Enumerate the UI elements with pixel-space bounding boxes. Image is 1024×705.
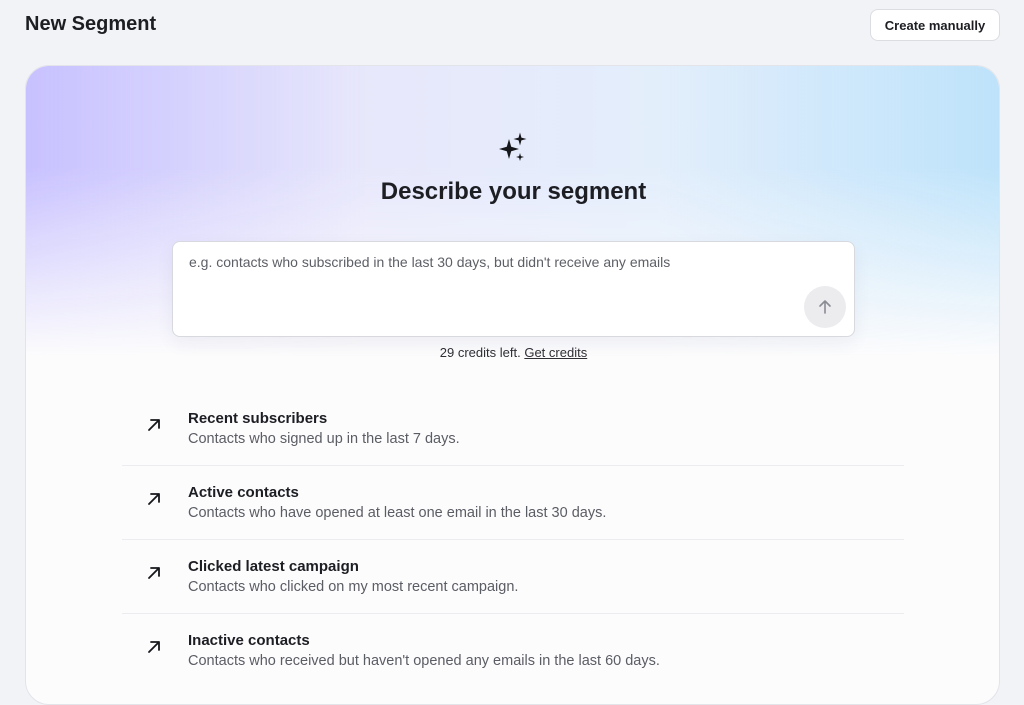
suggestion-inactive-contacts[interactable]: Inactive contacts Contacts who received … [122, 614, 904, 688]
suggestion-list: Recent subscribers Contacts who signed u… [122, 392, 904, 688]
arrow-up-icon [819, 300, 831, 314]
suggestion-recent-subscribers[interactable]: Recent subscribers Contacts who signed u… [122, 392, 904, 466]
suggestion-description: Contacts who have opened at least one em… [188, 505, 607, 521]
suggestion-description: Contacts who clicked on my most recent c… [188, 579, 519, 595]
credits-info: 29 credits left. Get credits [26, 345, 999, 360]
hero-heading: Describe your segment [380, 178, 647, 205]
suggestion-active-contacts[interactable]: Active contacts Contacts who have opened… [122, 466, 904, 540]
arrow-up-right-icon [148, 419, 160, 431]
suggestion-description: Contacts who signed up in the last 7 day… [188, 431, 460, 447]
page-header: New Segment Create manually [0, 0, 1024, 50]
suggestion-clicked-latest-campaign[interactable]: Clicked latest campaign Contacts who cli… [122, 540, 904, 614]
suggestion-title: Clicked latest campaign [188, 558, 359, 575]
suggestion-description: Contacts who received but haven't opened… [188, 653, 660, 669]
arrow-up-right-icon [148, 493, 160, 505]
get-credits-link[interactable]: Get credits [524, 345, 587, 360]
page-title: New Segment [25, 13, 157, 35]
create-manually-button[interactable]: Create manually [870, 9, 1000, 41]
segment-description-input[interactable] [173, 242, 854, 336]
prompt-box [172, 241, 855, 337]
sparkles-icon [499, 132, 527, 161]
credits-text: 29 credits left. [439, 345, 521, 360]
suggestion-title: Active contacts [188, 484, 299, 501]
suggestion-title: Recent subscribers [188, 410, 328, 427]
suggestion-title: Inactive contacts [188, 632, 310, 649]
segment-card: Describe your segment 29 credits left. G… [25, 65, 1000, 705]
send-button[interactable] [804, 286, 846, 328]
arrow-up-right-icon [148, 567, 160, 579]
arrow-up-right-icon [148, 641, 160, 653]
